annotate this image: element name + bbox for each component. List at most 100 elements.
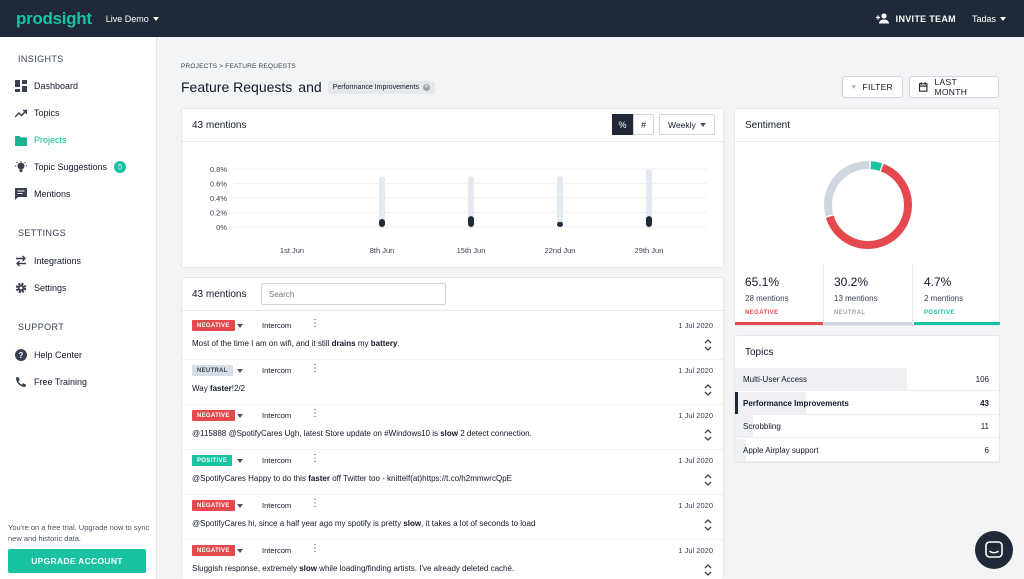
sentiment-tag[interactable]: NEGATIVE [192, 320, 235, 331]
mention-text-part: . [397, 339, 400, 348]
sidebar-item-topics[interactable]: Topics [15, 107, 60, 119]
topic-count: 11 [980, 422, 989, 431]
mention-text: @SpotifyCares Happy to do this faster of… [192, 474, 512, 483]
expand-collapse-icon[interactable] [704, 563, 712, 577]
lightbulb-icon [15, 161, 27, 173]
expand-collapse-icon[interactable] [704, 338, 712, 352]
more-options-icon[interactable]: ⋮ [310, 409, 320, 419]
bar-value[interactable] [557, 221, 563, 227]
sentiment-tag[interactable]: POSITIVE [192, 455, 233, 466]
sidebar-item-dashboard[interactable]: Dashboard [15, 80, 78, 92]
sidebar-item-settings[interactable]: Settings [15, 282, 67, 294]
settings-section-title: SETTINGS [18, 228, 67, 238]
chevron-down-icon[interactable] [237, 549, 243, 553]
count-toggle[interactable]: # [633, 114, 654, 135]
sentiment-tag[interactable]: NEGATIVE [192, 545, 235, 556]
invite-team-button[interactable]: INVITE TEAM [875, 13, 956, 24]
x-tick-label: 29th Jun [635, 246, 664, 255]
breadcrumb[interactable]: PROJECTS > FEATURE REQUESTS [181, 63, 296, 70]
sidebar-item-label: Mentions [34, 189, 71, 199]
bar-value[interactable] [379, 219, 385, 227]
mention-row[interactable]: NEUTRAL Intercom ⋮ 1 Jul 2020 Way faster!2/2 [182, 360, 723, 405]
sentiment-tag[interactable]: NEGATIVE [192, 410, 235, 421]
more-options-icon[interactable]: ⋮ [310, 319, 320, 329]
mention-source: Intercom [262, 546, 292, 555]
filter-chip[interactable]: Performance Improvements ✕ [327, 80, 436, 94]
mention-text: Sluggish response, extremely slow while … [192, 564, 514, 573]
percent-toggle[interactable]: % [612, 114, 633, 135]
trending-icon [15, 107, 27, 119]
interval-value: Weekly [668, 119, 696, 130]
mention-row[interactable]: NEGATIVE Intercom ⋮ 1 Jul 2020 @SpotifyCares… [182, 495, 723, 540]
upgrade-account-button[interactable]: UPGRADE ACCOUNT [8, 549, 146, 573]
sentiment-bar [824, 322, 912, 325]
more-options-icon[interactable]: ⋮ [310, 499, 320, 509]
topic-row[interactable]: Performance Improvements 43 [735, 391, 999, 415]
mention-text-part: !2/2 [231, 384, 246, 393]
more-options-icon[interactable]: ⋮ [310, 454, 320, 464]
sentiment-header: Sentiment [735, 109, 999, 142]
workspace-dropdown[interactable]: Live Demo [106, 14, 159, 24]
workspace-label: Live Demo [105, 13, 149, 24]
sentiment-tag[interactable]: NEUTRAL [192, 365, 233, 376]
sentiment-stat[interactable]: 30.2% 13 mentions NEUTRAL [824, 264, 913, 325]
expand-collapse-icon[interactable] [704, 473, 712, 487]
mention-date: 1 Jul 2020 [678, 501, 713, 510]
topic-row[interactable]: Scrobbling 11 [735, 415, 999, 438]
chevron-down-icon[interactable] [237, 459, 243, 463]
expand-collapse-icon[interactable] [704, 518, 712, 532]
chevron-down-icon[interactable] [237, 369, 243, 373]
user-menu[interactable]: Tadas [972, 14, 1006, 24]
sentiment-bar [735, 322, 823, 325]
sidebar-item-free-training[interactable]: Free Training [15, 376, 87, 388]
topic-row[interactable]: Apple Airplay support 6 [735, 438, 999, 462]
chevron-down-icon [152, 16, 159, 21]
mention-row[interactable]: NEGATIVE Intercom ⋮ 1 Jul 2020 Most of the t… [182, 315, 723, 360]
keyword-highlight: battery [370, 339, 398, 348]
dashboard-icon [15, 80, 27, 92]
trial-notice: You're on a free trial. Upgrade now to s… [8, 523, 150, 543]
sentiment-stat[interactable]: 65.1% 28 mentions NEGATIVE [735, 264, 824, 325]
filter-button[interactable]: FILTER [842, 76, 903, 98]
close-icon[interactable]: ✕ [423, 83, 431, 91]
mention-text-part: @115888 @SpotifyCares Ugh, latest Store … [192, 429, 441, 438]
expand-collapse-icon[interactable] [704, 428, 712, 442]
sentiment-stat[interactable]: 4.7% 2 mentions POSITIVE [914, 264, 1000, 325]
sidebar-item-mentions[interactable]: Mentions [15, 188, 71, 200]
sidebar-item-help-center[interactable]: ? Help Center [15, 349, 82, 361]
sentiment-donut-chart [824, 161, 912, 249]
bar-value[interactable] [646, 216, 652, 227]
mention-row[interactable]: NEGATIVE Intercom ⋮ 1 Jul 2020 @115888 @Spot… [182, 405, 723, 450]
topic-row[interactable]: Multi-User Access 106 [735, 368, 999, 391]
bar-total[interactable] [557, 176, 563, 227]
mention-text-part: 2 detect connection. [458, 429, 532, 438]
mention-text: @SpotifyCares hi, since a half year ago … [192, 519, 535, 528]
page-title-text: Feature Requests [181, 79, 293, 95]
mention-source: Intercom [262, 321, 292, 330]
mention-source: Intercom [262, 456, 292, 465]
chevron-down-icon[interactable] [237, 414, 243, 418]
sidebar-item-topic-suggestions[interactable]: Topic Suggestions 5 [15, 161, 127, 173]
more-options-icon[interactable]: ⋮ [310, 544, 320, 554]
keyword-highlight: slow [440, 429, 459, 438]
search-input[interactable] [261, 283, 446, 305]
sentiment-tag[interactable]: NEGATIVE [192, 500, 235, 511]
logo[interactable]: prodsight [16, 9, 92, 29]
mention-source: Intercom [262, 501, 292, 510]
chevron-down-icon[interactable] [237, 504, 243, 508]
date-range-button[interactable]: LAST MONTH [909, 76, 999, 98]
mention-row[interactable]: NEGATIVE Intercom ⋮ 1 Jul 2020 Sluggish resp… [182, 540, 723, 579]
x-tick-label: 22nd Jun [545, 246, 576, 255]
sentiment-count: 13 mentions [834, 294, 878, 303]
expand-collapse-icon[interactable] [704, 383, 712, 397]
bar-value[interactable] [468, 216, 474, 227]
more-options-icon[interactable]: ⋮ [310, 364, 320, 374]
chevron-down-icon[interactable] [237, 324, 243, 328]
support-section-title: SUPPORT [18, 322, 65, 332]
sidebar-item-projects[interactable]: Projects [15, 134, 67, 146]
mention-row[interactable]: POSITIVE Intercom ⋮ 1 Jul 2020 @SpotifyCares… [182, 450, 723, 495]
interval-select[interactable]: Weekly [659, 114, 715, 135]
sidebar-item-integrations[interactable]: Integrations [15, 255, 81, 267]
mention-text: Most of the time I am on wifi, and it st… [192, 339, 400, 348]
chat-launcher-button[interactable] [975, 531, 1013, 569]
